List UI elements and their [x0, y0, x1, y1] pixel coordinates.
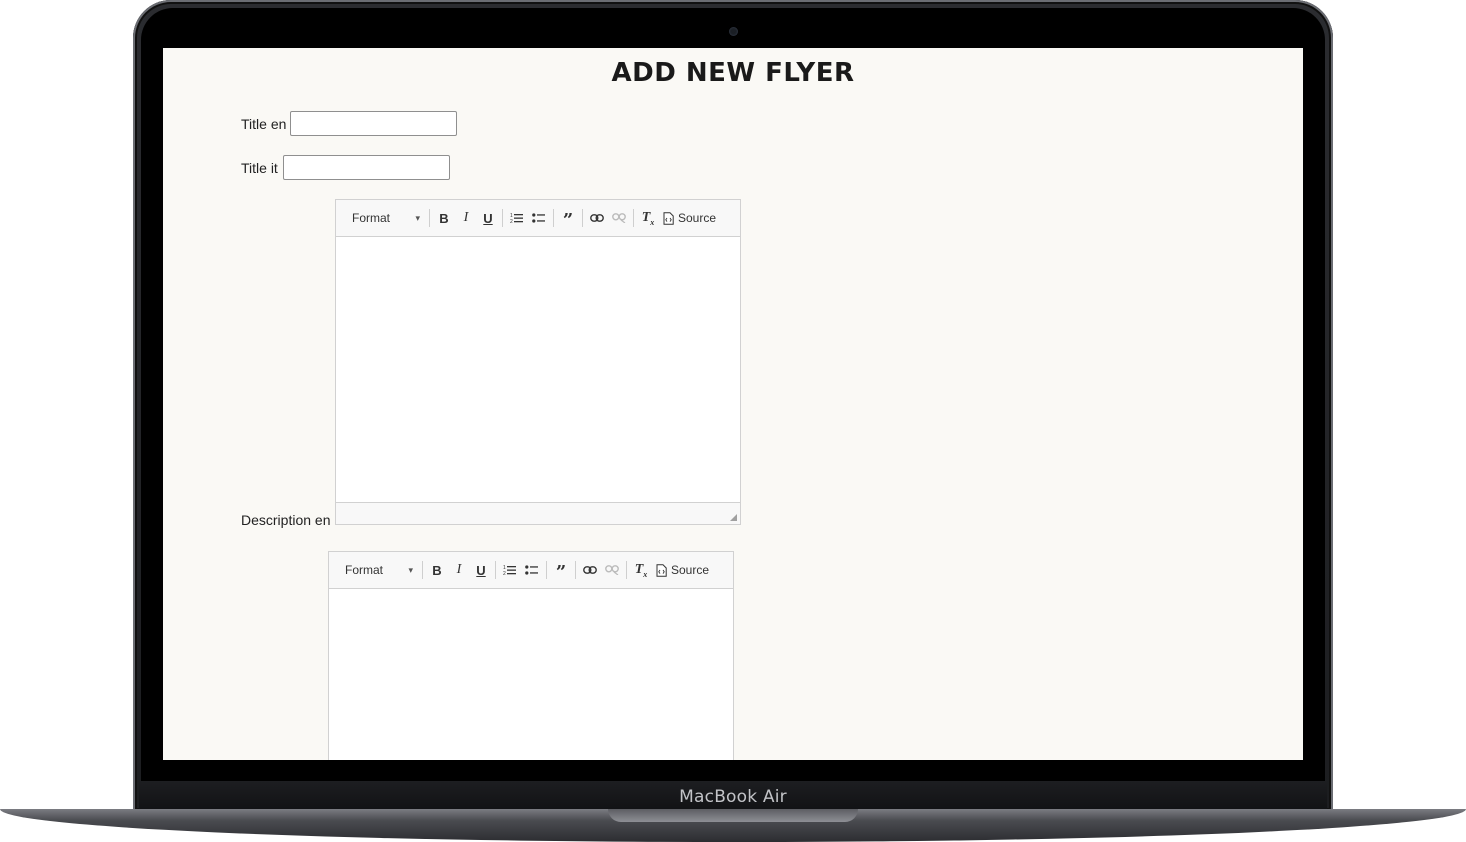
editor-toolbar: Format ▾ B I U 1 2 ” Tx Source: [329, 552, 733, 589]
remove-format-icon: Tx: [634, 561, 648, 579]
chevron-down-icon: ▾: [415, 212, 420, 223]
toolbar-separator: [582, 209, 583, 227]
bold-button[interactable]: B: [426, 559, 448, 581]
numbered-list-icon: 1 2: [510, 213, 523, 224]
italic-icon: I: [456, 562, 462, 577]
toolbar-separator: [575, 561, 576, 579]
editor-toolbar: Format ▾ B I U 1 2 ” Tx Source: [336, 200, 740, 237]
resize-grip-icon[interactable]: [730, 514, 737, 521]
blockquote-button[interactable]: ”: [557, 207, 579, 231]
toolbar-separator: [495, 561, 496, 579]
title-en-input[interactable]: [290, 111, 457, 136]
editor-footer: [336, 502, 740, 524]
svg-text:2: 2: [510, 219, 513, 224]
source-button-label: Source: [678, 211, 717, 225]
remove-format-icon: Tx: [641, 209, 655, 227]
editor-content-area[interactable]: [329, 589, 733, 760]
browser-viewport: ADD NEW FLYER Title en Title it Format ▾…: [163, 48, 1303, 760]
numbered-list-button[interactable]: 1 2: [499, 559, 521, 581]
bulleted-list-icon: [532, 213, 545, 223]
editor-content-area[interactable]: [336, 237, 740, 502]
title-en-label: Title en: [241, 116, 287, 132]
source-button-label: Source: [671, 563, 710, 577]
toolbar-separator: [626, 561, 627, 579]
format-dropdown[interactable]: Format ▾: [339, 559, 419, 581]
title-it-label: Title it: [241, 160, 278, 176]
unlink-button[interactable]: [608, 207, 630, 229]
format-dropdown-label: Format: [345, 563, 384, 577]
description-en-label: Description en: [241, 512, 331, 528]
toolbar-separator: [422, 561, 423, 579]
italic-button[interactable]: I: [455, 207, 477, 229]
underline-icon: U: [483, 210, 493, 226]
remove-format-button[interactable]: Tx: [630, 559, 652, 581]
underline-button[interactable]: U: [470, 559, 492, 581]
bulleted-list-button[interactable]: [521, 559, 543, 581]
toolbar-separator: [502, 209, 503, 227]
svg-text:2: 2: [503, 571, 506, 576]
toolbar-separator: [429, 209, 430, 227]
unlink-icon: [612, 213, 626, 223]
blockquote-icon: ”: [555, 562, 567, 583]
source-icon: [663, 211, 674, 225]
blockquote-icon: ”: [562, 210, 574, 231]
bold-icon: B: [439, 210, 449, 226]
title-it-input[interactable]: [283, 155, 450, 180]
page-title: ADD NEW FLYER: [611, 58, 855, 88]
underline-button[interactable]: U: [477, 207, 499, 229]
numbered-list-button[interactable]: 1 2: [506, 207, 528, 229]
link-icon: [590, 214, 604, 222]
blockquote-button[interactable]: ”: [550, 559, 572, 583]
italic-button[interactable]: I: [448, 559, 470, 581]
chevron-down-icon: ▾: [408, 564, 413, 575]
bold-button[interactable]: B: [433, 207, 455, 229]
camera-icon: [729, 27, 738, 36]
source-button[interactable]: Source: [652, 559, 713, 581]
device-brand-label: MacBook Air: [679, 787, 787, 807]
remove-format-button[interactable]: Tx: [637, 207, 659, 229]
source-button[interactable]: Source: [659, 207, 720, 229]
format-dropdown-label: Format: [352, 211, 391, 225]
description-it-editor: Format ▾ B I U 1 2 ” Tx Source: [328, 551, 734, 760]
toolbar-separator: [633, 209, 634, 227]
link-icon: [583, 566, 597, 574]
description-en-editor: Format ▾ B I U 1 2 ” Tx Source: [335, 199, 741, 525]
toolbar-separator: [553, 209, 554, 227]
laptop-chin: MacBook Air: [139, 781, 1327, 811]
bulleted-list-button[interactable]: [528, 207, 550, 229]
italic-icon: I: [463, 210, 469, 225]
bulleted-list-icon: [525, 565, 538, 575]
underline-icon: U: [476, 562, 486, 578]
numbered-list-icon: 1 2: [503, 565, 516, 576]
format-dropdown[interactable]: Format ▾: [346, 207, 426, 229]
toolbar-separator: [546, 561, 547, 579]
source-icon: [656, 563, 667, 577]
unlink-button[interactable]: [601, 559, 623, 581]
unlink-icon: [605, 565, 619, 575]
laptop-hinge-notch: [608, 809, 858, 822]
link-button[interactable]: [586, 207, 608, 229]
bold-icon: B: [432, 562, 442, 578]
link-button[interactable]: [579, 559, 601, 581]
